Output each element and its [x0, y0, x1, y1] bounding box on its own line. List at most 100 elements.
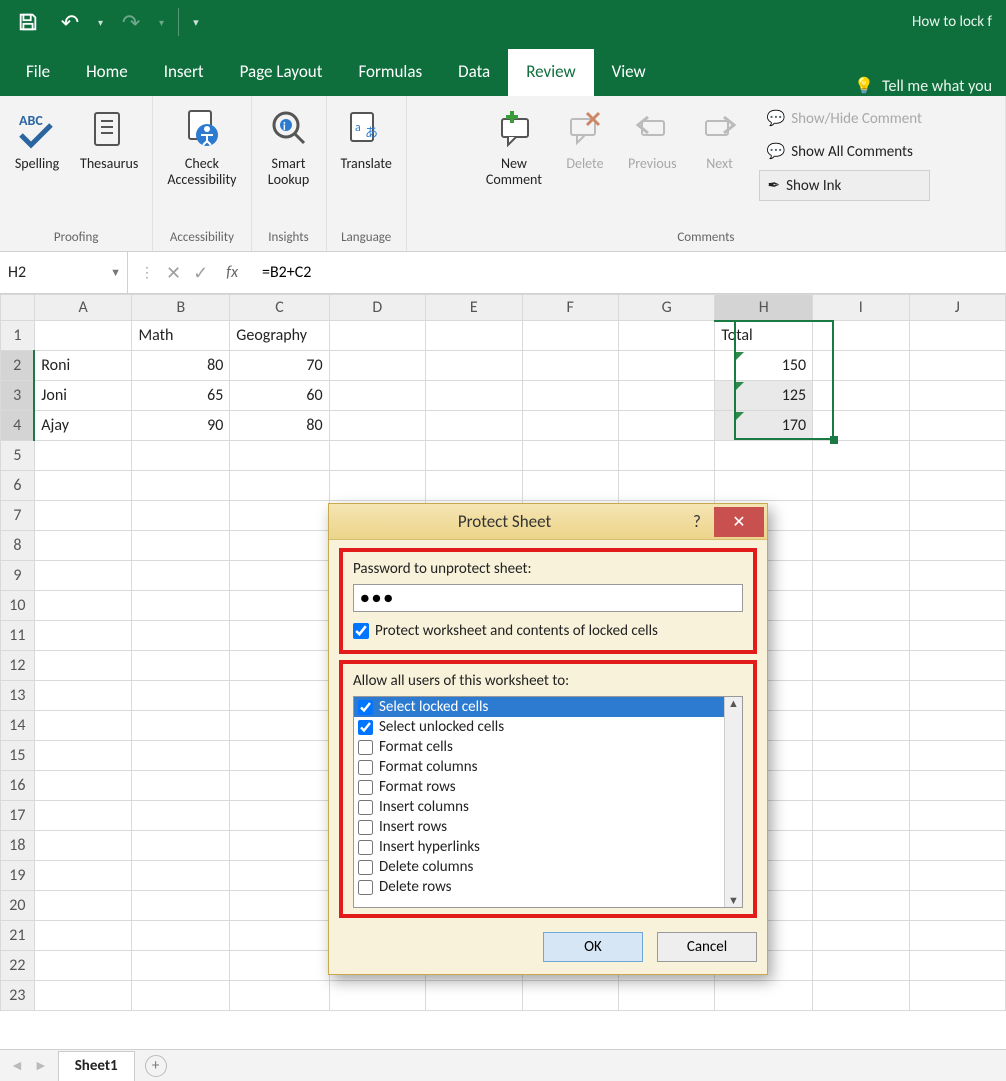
row-header-21[interactable]: 21 [1, 921, 35, 951]
row-header-9[interactable]: 9 [1, 561, 35, 591]
cell-G2[interactable] [618, 351, 714, 381]
row-header-13[interactable]: 13 [1, 681, 35, 711]
tab-insert[interactable]: Insert [146, 49, 222, 96]
cell-B10[interactable] [132, 591, 230, 621]
cell-C1[interactable]: Geography [230, 321, 329, 351]
col-header-F[interactable]: F [522, 295, 618, 321]
cell-B8[interactable] [132, 531, 230, 561]
allow-option-insert-hyperlinks[interactable]: Insert hyperlinks [354, 837, 742, 857]
smart-lookup-button[interactable]: i Smart Lookup [258, 102, 320, 192]
cell-J4[interactable] [909, 411, 1005, 441]
cell-J1[interactable] [909, 321, 1005, 351]
cell-D5[interactable] [329, 441, 425, 471]
allow-option-checkbox[interactable] [358, 840, 373, 855]
row-header-23[interactable]: 23 [1, 981, 35, 1011]
cell-I2[interactable] [813, 351, 909, 381]
cell-C19[interactable] [230, 861, 329, 891]
cell-B13[interactable] [132, 681, 230, 711]
cell-B16[interactable] [132, 771, 230, 801]
cell-H1[interactable]: Total [715, 321, 813, 351]
cell-C3[interactable]: 60 [230, 381, 329, 411]
cell-B11[interactable] [132, 621, 230, 651]
cell-A7[interactable] [34, 501, 132, 531]
new-comment-button[interactable]: New Comment [478, 102, 550, 192]
allow-option-checkbox[interactable] [358, 760, 373, 775]
cell-I5[interactable] [813, 441, 909, 471]
list-scrollbar[interactable]: ▲ ▼ [724, 697, 742, 907]
cell-B22[interactable] [132, 951, 230, 981]
cell-A19[interactable] [34, 861, 132, 891]
allow-option-checkbox[interactable] [358, 740, 373, 755]
cell-J13[interactable] [909, 681, 1005, 711]
redo-icon[interactable]: ↷ [117, 8, 145, 36]
cell-B6[interactable] [132, 471, 230, 501]
cell-E2[interactable] [426, 351, 522, 381]
cell-B12[interactable] [132, 651, 230, 681]
cell-C22[interactable] [230, 951, 329, 981]
cell-A10[interactable] [34, 591, 132, 621]
col-header-G[interactable]: G [618, 295, 714, 321]
cell-A23[interactable] [34, 981, 132, 1011]
row-header-15[interactable]: 15 [1, 741, 35, 771]
tab-data[interactable]: Data [440, 49, 508, 96]
cell-I18[interactable] [813, 831, 909, 861]
cell-A20[interactable] [34, 891, 132, 921]
cell-I21[interactable] [813, 921, 909, 951]
cell-I3[interactable] [813, 381, 909, 411]
cell-I11[interactable] [813, 621, 909, 651]
cell-A4[interactable]: Ajay [34, 411, 132, 441]
cell-C7[interactable] [230, 501, 329, 531]
cell-J12[interactable] [909, 651, 1005, 681]
cell-E4[interactable] [426, 411, 522, 441]
cell-B20[interactable] [132, 891, 230, 921]
cell-G1[interactable] [618, 321, 714, 351]
cell-J15[interactable] [909, 741, 1005, 771]
tab-review[interactable]: Review [508, 49, 593, 96]
save-icon[interactable] [14, 8, 42, 36]
cell-J3[interactable] [909, 381, 1005, 411]
row-header-7[interactable]: 7 [1, 501, 35, 531]
row-header-6[interactable]: 6 [1, 471, 35, 501]
add-sheet-button[interactable]: + [145, 1055, 167, 1077]
allow-option-checkbox[interactable] [358, 800, 373, 815]
sheet-nav-next-icon[interactable]: ► [34, 1057, 48, 1074]
cell-I13[interactable] [813, 681, 909, 711]
sheet-tab-sheet1[interactable]: Sheet1 [58, 1051, 135, 1081]
allow-option-checkbox[interactable] [358, 700, 373, 715]
translate-button[interactable]: aあ Translate [333, 102, 400, 176]
cell-B7[interactable] [132, 501, 230, 531]
cell-A11[interactable] [34, 621, 132, 651]
enter-formula-icon[interactable]: ✓ [193, 262, 208, 284]
undo-icon[interactable]: ↶ [56, 8, 84, 36]
cell-D4[interactable] [329, 411, 425, 441]
allow-options-list[interactable]: Select locked cellsSelect unlocked cells… [353, 696, 743, 908]
allow-option-insert-columns[interactable]: Insert columns [354, 797, 742, 817]
tab-page-layout[interactable]: Page Layout [222, 49, 341, 96]
cell-D1[interactable] [329, 321, 425, 351]
cell-B2[interactable]: 80 [132, 351, 230, 381]
scroll-down-icon[interactable]: ▼ [728, 894, 739, 907]
cell-H4[interactable]: 170 [715, 411, 813, 441]
cell-A3[interactable]: Joni [34, 381, 132, 411]
cell-I14[interactable] [813, 711, 909, 741]
cancel-formula-icon[interactable]: ✕ [166, 262, 181, 284]
cell-G23[interactable] [618, 981, 714, 1011]
cell-I12[interactable] [813, 651, 909, 681]
cell-A8[interactable] [34, 531, 132, 561]
cell-I4[interactable] [813, 411, 909, 441]
row-header-5[interactable]: 5 [1, 441, 35, 471]
cell-F1[interactable] [522, 321, 618, 351]
cell-A12[interactable] [34, 651, 132, 681]
col-header-H[interactable]: H [715, 295, 813, 321]
row-header-19[interactable]: 19 [1, 861, 35, 891]
cell-A16[interactable] [34, 771, 132, 801]
cell-J10[interactable] [909, 591, 1005, 621]
cell-J22[interactable] [909, 951, 1005, 981]
cell-J7[interactable] [909, 501, 1005, 531]
cell-I22[interactable] [813, 951, 909, 981]
protect-worksheet-checkbox[interactable] [353, 623, 369, 639]
allow-option-checkbox[interactable] [358, 820, 373, 835]
cell-B14[interactable] [132, 711, 230, 741]
row-header-12[interactable]: 12 [1, 651, 35, 681]
cell-A17[interactable] [34, 801, 132, 831]
